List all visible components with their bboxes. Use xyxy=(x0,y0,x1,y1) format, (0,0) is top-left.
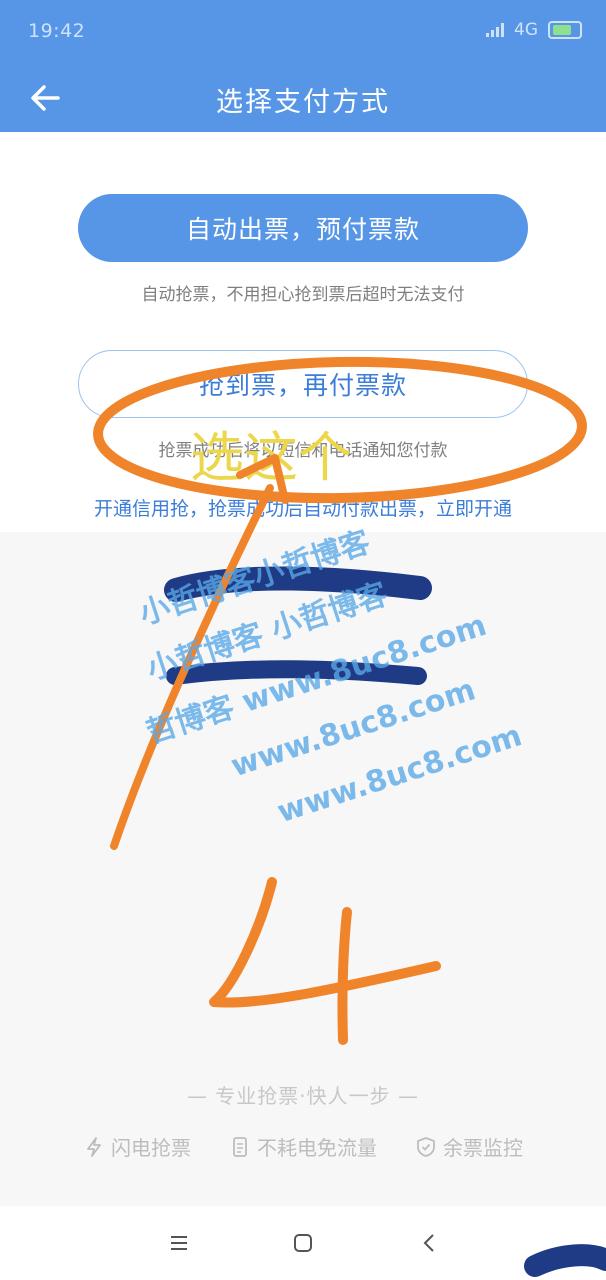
watermark-line: www.8uc8.com xyxy=(273,718,526,830)
redaction-scribble xyxy=(166,660,427,685)
system-nav-bar xyxy=(0,1206,606,1280)
feature-label: 余票监控 xyxy=(443,1136,523,1160)
menu-icon[interactable] xyxy=(166,1230,192,1256)
watermark-line: 小哲博客小哲博客 xyxy=(135,525,374,632)
signal-icon xyxy=(486,23,504,37)
feature-list: 闪电抢票 不耗电免流量 余票监控 xyxy=(0,1132,606,1161)
feature-item: 闪电抢票 xyxy=(83,1132,191,1161)
watermark-line: 小哲博客 小哲博客 xyxy=(143,577,392,688)
back-icon[interactable] xyxy=(417,1230,443,1256)
feature-item: 余票监控 xyxy=(415,1132,523,1161)
payment-options-panel xyxy=(0,132,606,532)
status-icons: 4G xyxy=(486,20,582,40)
slogan: — 专业抢票·快人一步 — xyxy=(186,1084,420,1108)
watermark: 小哲博客小哲博客 小哲博客 小哲博客 哲博客 www.8uc8.com www.… xyxy=(135,525,526,831)
orange-arrow xyxy=(110,484,274,850)
redaction-scribble xyxy=(164,566,432,602)
pay-after-grab-description: 抢票成功后将以短信和电话通知您付款 xyxy=(158,441,448,461)
lightning-icon xyxy=(87,1136,101,1157)
credit-grab-link[interactable]: 开通信用抢，抢票成功后自动付款出票，立即开通 xyxy=(0,494,606,521)
watermark-line: 哲博客 www.8uc8.com xyxy=(142,608,490,751)
home-icon[interactable] xyxy=(290,1230,316,1256)
watermark-line: www.8uc8.com xyxy=(227,672,480,784)
feature-item: 不耗电免流量 xyxy=(229,1132,377,1161)
step-number-4 xyxy=(337,907,352,1045)
status-bar: 19:42 4G xyxy=(0,0,606,62)
pay-after-grab-button[interactable]: 抢到票，再付票款 xyxy=(78,350,528,418)
network-type: 4G xyxy=(514,20,538,40)
step-number-4 xyxy=(209,877,441,1008)
auto-issue-prepay-button[interactable]: 自动出票，预付票款 xyxy=(78,194,528,262)
auto-issue-description: 自动抢票，不用担心抢到票后超时无法支付 xyxy=(141,285,465,305)
battery-icon xyxy=(548,21,582,39)
shield-check-icon xyxy=(417,1136,435,1157)
phone-doc-icon xyxy=(233,1136,247,1157)
feature-label: 不耗电免流量 xyxy=(257,1136,377,1160)
page-title: 选择支付方式 xyxy=(216,87,390,118)
status-time: 19:42 xyxy=(28,20,86,42)
feature-label: 闪电抢票 xyxy=(111,1136,191,1160)
title-bar: 选择支付方式 xyxy=(0,62,606,132)
